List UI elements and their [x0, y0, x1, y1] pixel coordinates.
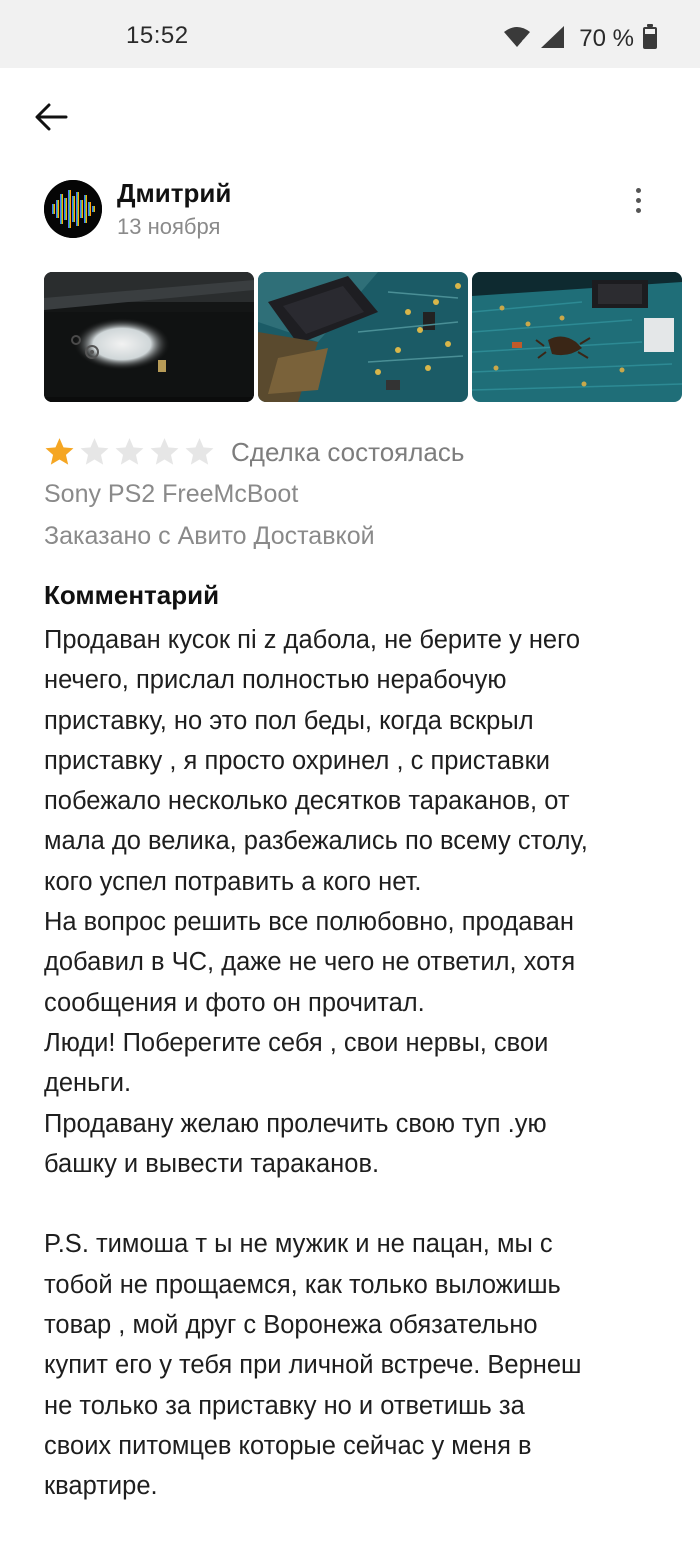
arrow-left-icon: [34, 102, 68, 137]
comment-line: мала до велика, разбежались по всему сто…: [44, 827, 588, 856]
deal-status: Сделка состоялась: [231, 436, 465, 467]
rating-row: Сделка состоялась: [44, 434, 464, 470]
review-photo[interactable]: [472, 272, 682, 402]
status-bar: 15:52 70 %: [0, 0, 700, 68]
wifi-icon: [503, 26, 531, 53]
delivery-info: Заказано с Авито Доставкой: [44, 522, 375, 550]
comment-line: P.S. тимоша т ы не мужик и не пацан, мы …: [44, 1230, 553, 1259]
comment-line: нечего, прислал полностью нерабочую: [44, 666, 507, 695]
status-time: 15:52: [126, 22, 189, 49]
comment-line: приставку, но это пол беды, когда вскрыл: [44, 706, 534, 735]
status-icons: 70 %: [503, 23, 658, 55]
star-icon: [44, 437, 75, 467]
comment-title: Комментарий: [44, 580, 220, 610]
comment-line: Продавану желаю пролечить свою туп .ую: [44, 1109, 547, 1138]
comment-line: деньги.: [44, 1069, 132, 1098]
star-icon: [149, 437, 180, 467]
star-icon: [79, 437, 110, 467]
rating-stars: [44, 437, 215, 467]
star-icon: [184, 437, 215, 467]
star-icon: [114, 437, 145, 467]
comment-line: Люди! Поберегите себя , свои нервы, свои: [44, 1028, 549, 1057]
review-photo[interactable]: [258, 272, 468, 402]
avatar[interactable]: [44, 180, 102, 238]
comment-line: На вопрос решить все полюбовно, продаван: [44, 908, 574, 937]
comment-line: тобой не прощаемся, как только выложишь: [44, 1270, 561, 1299]
comment-line: побежало несколько десятков тараканов, о…: [44, 787, 570, 816]
review-photo[interactable]: [44, 272, 254, 402]
review-date: 13 ноября: [117, 214, 221, 239]
comment-line: сообщения и фото он прочитал.: [44, 988, 425, 1017]
comment-text: Продаван кусок пі z дабола, не берите у …: [44, 620, 654, 1507]
review-photos: [44, 272, 682, 402]
comment-line: купит его у тебя при личной встрече. Вер…: [44, 1351, 582, 1380]
review-header: Дмитрий 13 ноября: [44, 178, 664, 242]
more-options-button[interactable]: [628, 180, 648, 220]
comment-line: товар , мой друг с Воронежа обязательно: [44, 1311, 538, 1340]
back-button[interactable]: [30, 98, 72, 140]
battery-icon: [642, 23, 658, 55]
comment-line: башку и вывести тараканов.: [44, 1149, 380, 1178]
comment-line: [44, 1184, 654, 1224]
comment-line: квартире.: [44, 1472, 158, 1501]
comment-line: добавил в ЧС, даже не чего не ответил, х…: [44, 948, 576, 977]
comment-line: своих питомцев которые сейчас у меня в: [44, 1431, 532, 1460]
comment-line: Продаван кусок пі z дабола, не берите у …: [44, 626, 581, 654]
comment-line: кого успел потравить а кого нет.: [44, 867, 422, 896]
signal-icon: [539, 25, 565, 54]
product-name[interactable]: Sony PS2 FreeMcBoot: [44, 480, 298, 509]
comment-line: не только за приставку но и ответишь за: [44, 1391, 525, 1420]
author-name[interactable]: Дмитрий: [117, 178, 231, 209]
battery-percentage: 70 %: [579, 25, 634, 52]
comment-line: приставку , я просто охринел , с пристав…: [44, 746, 550, 775]
